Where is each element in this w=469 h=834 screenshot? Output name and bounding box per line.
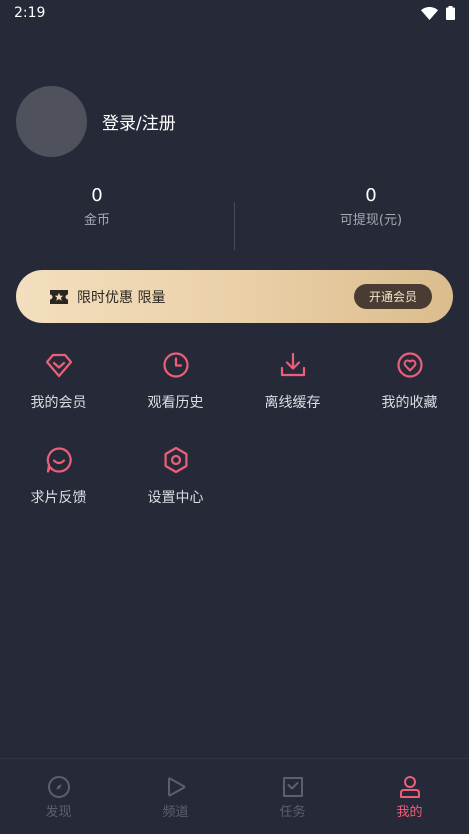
vip-promo-text: 限时优惠 限量 (77, 289, 166, 306)
stat-coins[interactable]: 0 金币 (0, 185, 197, 228)
tab-label: 发现 (45, 805, 72, 820)
heart-icon (396, 352, 423, 378)
bottom-tab-bar: 发现 频道 任务 我的 (0, 758, 469, 834)
task-check-icon (282, 777, 303, 797)
ticket-star-icon (50, 289, 68, 304)
withdrawable-value: 0 (365, 185, 377, 206)
battery-icon (446, 6, 455, 20)
stat-withdrawable[interactable]: 0 可提现(元) (271, 185, 469, 228)
status-icons (421, 6, 455, 20)
coins-label: 金币 (83, 213, 110, 228)
menu-label: 离线缓存 (264, 395, 321, 411)
chat-smile-icon (46, 447, 72, 473)
tab-channel[interactable]: 频道 (117, 775, 234, 820)
menu-item-membership[interactable]: 我的会员 (0, 350, 117, 412)
vip-promo-left: 限时优惠 限量 (49, 287, 165, 307)
menu-label: 我的会员 (30, 395, 87, 411)
user-icon (399, 776, 420, 798)
menu-label: 设置中心 (147, 490, 204, 506)
download-icon (280, 352, 305, 377)
menu-label: 求片反馈 (30, 490, 87, 506)
stats-row: 0 金币 0 可提现(元) (0, 180, 469, 250)
menu-item-history[interactable]: 观看历史 (117, 350, 234, 412)
menu-item-feedback[interactable]: 求片反馈 (0, 445, 117, 507)
clock-icon (162, 352, 189, 378)
wifi-icon (421, 6, 438, 20)
open-vip-button[interactable]: 开通会员 (353, 284, 432, 309)
tab-tasks[interactable]: 任务 (234, 775, 351, 820)
diamond-icon (45, 353, 72, 378)
tab-label: 任务 (279, 805, 306, 820)
withdrawable-label: 可提现(元) (339, 213, 403, 228)
settings-hexagon-icon (164, 446, 187, 474)
tab-label: 频道 (162, 805, 189, 820)
stats-divider (234, 202, 235, 250)
menu-label: 我的收藏 (381, 395, 438, 411)
compass-icon (47, 776, 70, 798)
vip-promo-banner[interactable]: 限时优惠 限量 开通会员 (16, 270, 453, 323)
login-register-link[interactable]: 登录/注册 (102, 109, 176, 134)
profile-header[interactable]: 登录/注册 (16, 86, 176, 157)
menu-item-favorites[interactable]: 我的收藏 (351, 350, 468, 412)
tab-label: 我的 (396, 805, 423, 820)
menu-item-settings[interactable]: 设置中心 (117, 445, 234, 507)
tab-mine[interactable]: 我的 (351, 775, 468, 820)
menu-label: 观看历史 (147, 395, 204, 411)
tab-discover[interactable]: 发现 (0, 775, 117, 820)
status-bar: 2:19 (0, 0, 469, 26)
coins-value: 0 (91, 185, 103, 206)
play-icon (167, 777, 185, 797)
avatar[interactable] (16, 86, 87, 157)
status-time: 2:19 (14, 5, 46, 21)
menu-item-offline-cache[interactable]: 离线缓存 (234, 350, 351, 412)
